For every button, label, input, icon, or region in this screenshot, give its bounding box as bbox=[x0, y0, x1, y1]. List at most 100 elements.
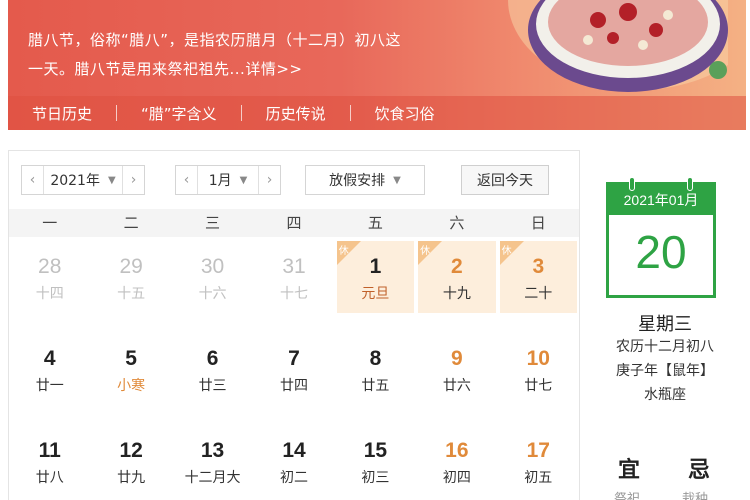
ganzhi-year: 庚子年【鼠年】 bbox=[616, 363, 714, 379]
calendar-day-cell[interactable]: 29 十五 bbox=[92, 241, 169, 313]
day-number: 8 bbox=[369, 347, 382, 370]
lunar-day-label: 廿三 bbox=[198, 378, 227, 394]
banner-description: 腊八节，俗称“腊八”，是指农历腊月（十二月）初八这 一天。腊八节是用来祭祀祖先.… bbox=[28, 26, 498, 84]
day-number: 7 bbox=[288, 347, 300, 370]
chevron-left-icon[interactable]: ‹ bbox=[22, 166, 44, 194]
card-day-number: 20 bbox=[635, 226, 687, 278]
lunar-day-label: 十六 bbox=[198, 286, 227, 302]
day-number: 5 bbox=[125, 347, 137, 370]
lunar-day-label: 十五 bbox=[117, 286, 146, 302]
lunar-day-label: 廿九 bbox=[117, 470, 146, 486]
ring-icon bbox=[687, 177, 693, 191]
calendar-day-cell[interactable]: 14 初二 bbox=[255, 425, 332, 497]
lunar-day-label: 元旦 bbox=[361, 286, 390, 302]
day-number: 12 bbox=[119, 439, 143, 462]
calendar-day-cell[interactable]: 5 小寒 bbox=[92, 333, 169, 405]
chevron-right-icon[interactable]: › bbox=[122, 166, 144, 194]
weekday-label: 六 bbox=[449, 214, 465, 232]
day-number: 1 bbox=[369, 255, 382, 278]
lunar-date: 农历十二月初八 bbox=[616, 339, 714, 355]
calendar-day-cell[interactable]: 13 十二月大 bbox=[174, 425, 251, 497]
calendar-day-cell[interactable]: 休 1 元旦 bbox=[336, 241, 415, 313]
nav-la-meaning[interactable]: “腊”字含义 bbox=[117, 103, 241, 124]
calendar-day-cell[interactable]: 28 十四 bbox=[11, 241, 88, 313]
selected-date-panel: 2021年01月 20 星期三 农历十二月初八 庚子年【鼠年】 水瓶座 宜 忌 … bbox=[584, 150, 746, 500]
holiday-selector[interactable]: 放假安排 ▼ bbox=[305, 165, 425, 195]
lunar-day-label: 廿六 bbox=[442, 378, 471, 394]
lunar-day-label: 廿七 bbox=[524, 378, 553, 394]
calendar-day-cell[interactable]: 休 2 十九 bbox=[418, 241, 496, 313]
calendar-day-cell[interactable]: 8 廿五 bbox=[337, 333, 414, 405]
day-number: 9 bbox=[451, 347, 463, 370]
lunar-day-label: 初五 bbox=[524, 470, 553, 486]
day-number: 14 bbox=[282, 439, 306, 462]
ji-heading: 忌 bbox=[688, 458, 711, 483]
nav-festival-history[interactable]: 节日历史 bbox=[8, 103, 116, 124]
lunar-day-label: 廿一 bbox=[35, 378, 64, 394]
calendar-day-cell[interactable]: 15 初三 bbox=[337, 425, 414, 497]
weekday-header: 一 二 三 四 五 六 日 bbox=[9, 209, 579, 237]
weekday-label: 二 bbox=[123, 214, 139, 232]
lunar-day-label: 二十 bbox=[524, 286, 553, 302]
selected-weekday: 星期三 bbox=[638, 314, 692, 335]
calendar-day-cell[interactable]: 11 廿八 bbox=[11, 425, 88, 497]
date-card: 2021年01月 20 bbox=[606, 177, 716, 298]
day-number: 13 bbox=[200, 439, 225, 462]
caret-down-icon: ▼ bbox=[107, 174, 116, 186]
calendar-toolbar: ‹ 2021年 ▼ › ‹ 1月 ▼ › 放假安排 ▼ 返回今天 bbox=[21, 165, 571, 195]
day-number: 6 bbox=[206, 347, 219, 370]
day-number: 4 bbox=[43, 347, 56, 370]
ji-item: 栽种 bbox=[682, 492, 709, 500]
lunar-day-label: 廿四 bbox=[279, 378, 308, 394]
banner-line-2: 一天。腊八节是用来祭祀祖先... bbox=[28, 60, 246, 78]
banner-more-link[interactable]: 详情>> bbox=[245, 60, 302, 78]
calendar-day-cell[interactable]: 16 初四 bbox=[418, 425, 495, 497]
calendar-day-cell[interactable]: 6 廿三 bbox=[174, 333, 251, 405]
calendar-day-cell[interactable]: 31 十七 bbox=[255, 241, 332, 313]
calendar-day-cell[interactable]: 9 廿六 bbox=[418, 333, 495, 405]
lunar-day-label: 十九 bbox=[442, 286, 471, 302]
month-selector: ‹ 1月 ▼ › bbox=[175, 165, 281, 195]
calendar-day-cell[interactable]: 12 廿九 bbox=[92, 425, 169, 497]
lunar-day-label: 十四 bbox=[35, 286, 64, 302]
weekday-label: 三 bbox=[205, 214, 221, 232]
back-to-today-button[interactable]: 返回今天 bbox=[461, 165, 549, 195]
calendar-panel: ‹ 2021年 ▼ › ‹ 1月 ▼ › 放假安排 ▼ 返回今天 一 二 三 四 五 … bbox=[8, 150, 580, 500]
lunar-day-label: 初四 bbox=[442, 470, 471, 486]
lunar-day-label: 十七 bbox=[279, 286, 308, 302]
chevron-left-icon[interactable]: ‹ bbox=[176, 166, 198, 194]
banner-line-1: 腊八节，俗称“腊八”，是指农历腊月（十二月）初八这 bbox=[28, 31, 402, 49]
day-number: 11 bbox=[38, 439, 61, 462]
day-number: 15 bbox=[363, 439, 388, 462]
festival-banner: 腊八节，俗称“腊八”，是指农历腊月（十二月）初八这 一天。腊八节是用来祭祀祖先.… bbox=[8, 0, 746, 130]
calendar-day-cell[interactable]: 10 廿七 bbox=[500, 333, 577, 405]
month-select[interactable]: 1月 ▼ bbox=[198, 170, 258, 190]
calendar-day-cell[interactable]: 4 廿一 bbox=[11, 333, 88, 405]
holiday-value: 放假安排 bbox=[329, 173, 386, 189]
lunar-day-label: 初三 bbox=[361, 470, 390, 486]
holiday-select[interactable]: 放假安排 ▼ bbox=[306, 170, 424, 190]
calendar-day-cell[interactable]: 17 初五 bbox=[500, 425, 577, 497]
nav-food-customs[interactable]: 饮食习俗 bbox=[351, 103, 459, 124]
calendar-day-cell[interactable]: 7 廿四 bbox=[255, 333, 332, 405]
lunar-day-label: 廿五 bbox=[361, 378, 390, 394]
calendar-day-cell[interactable]: 休 3 二十 bbox=[499, 241, 577, 313]
day-number: 28 bbox=[38, 255, 62, 278]
lunar-day-label: 廿八 bbox=[35, 470, 64, 486]
day-number: 17 bbox=[526, 439, 550, 462]
day-number: 30 bbox=[200, 255, 225, 278]
yi-item: 祭祀 bbox=[614, 492, 641, 500]
nav-legends[interactable]: 历史传说 bbox=[242, 103, 350, 124]
month-value: 1月 bbox=[208, 173, 232, 189]
year-value: 2021年 bbox=[50, 173, 100, 189]
day-number: 10 bbox=[526, 347, 550, 370]
ring-icon bbox=[629, 177, 635, 191]
weekday-label: 四 bbox=[286, 214, 302, 232]
day-number: 2 bbox=[451, 255, 463, 278]
year-select[interactable]: 2021年 ▼ bbox=[44, 170, 122, 190]
chevron-right-icon[interactable]: › bbox=[258, 166, 280, 194]
weekday-label: 日 bbox=[530, 214, 546, 232]
day-number: 29 bbox=[119, 255, 143, 278]
weekday-label: 一 bbox=[42, 214, 58, 232]
calendar-day-cell[interactable]: 30 十六 bbox=[174, 241, 251, 313]
